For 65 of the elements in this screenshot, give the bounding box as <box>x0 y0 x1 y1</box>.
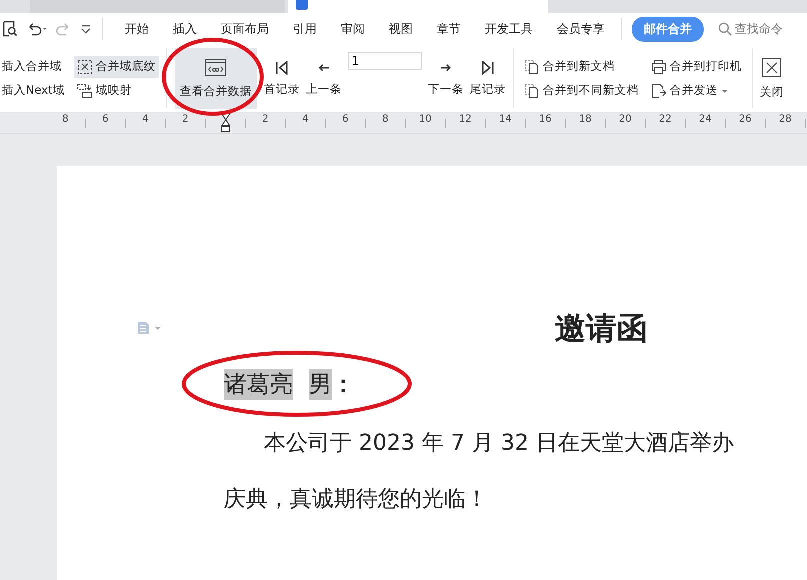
ruler-number: 22 <box>659 114 672 126</box>
menu-tab[interactable]: 引用 <box>281 18 329 40</box>
merge-send-button[interactable]: 合并发送 <box>648 80 745 102</box>
ruler-number: 8 <box>382 114 389 126</box>
field-mapping-button[interactable]: 域映射 <box>74 80 159 102</box>
body-text: 本公司于 2023 年 7 月 32 日在天堂大酒店举办 <box>264 430 734 458</box>
field-mapping-icon <box>76 82 93 98</box>
ruler-number: 16 <box>539 114 552 126</box>
ruler-number: 28 <box>779 114 792 126</box>
insert-next-field-button[interactable]: 插入Next域 <box>0 80 68 102</box>
printer-icon <box>650 58 667 74</box>
ruler-number: 6 <box>342 114 349 126</box>
merge-field: 男 <box>309 369 332 400</box>
data-field-icon <box>204 58 227 76</box>
ruler-number: 12 <box>459 114 472 126</box>
ruler-number: 2 <box>262 114 269 126</box>
ruler-number: 26 <box>739 114 752 126</box>
print-preview-icon[interactable] <box>2 21 18 37</box>
dropdown-icon[interactable] <box>80 23 92 35</box>
first-record-button[interactable]: 首记录 <box>260 45 303 112</box>
close-button[interactable]: 关闭 <box>756 45 787 112</box>
ruler-number: 4 <box>302 114 309 126</box>
documents-icon <box>524 82 540 98</box>
ruler-number: 6 <box>102 114 109 126</box>
document-title: 邀请函 <box>555 310 648 349</box>
ruler-number: 10 <box>419 114 432 126</box>
merge-to-printer-button[interactable]: 合并到打印机 <box>648 56 745 78</box>
ruler-number: 14 <box>499 114 512 126</box>
menu-tab[interactable]: 插入 <box>161 18 209 40</box>
indent-marker-icon[interactable] <box>220 113 230 133</box>
menu-tab[interactable]: 页面布局 <box>209 18 281 40</box>
insert-field-button[interactable]: 插入合并域 <box>0 56 68 78</box>
field-shading-button[interactable]: 合并域底纹 <box>74 56 159 78</box>
merge-to-new-document-button[interactable]: 合并到新文档 <box>520 56 642 78</box>
greeting-text: ： <box>332 371 355 400</box>
menu-tab[interactable]: 开发工具 <box>473 18 545 40</box>
body-text: 庆典，真诚期待您的光临！ <box>224 486 488 514</box>
merge-field: 诸葛亮 <box>224 369 293 400</box>
close-icon <box>762 58 782 78</box>
ruler-number: 8 <box>62 114 69 126</box>
merge-to-separate-documents-button[interactable]: 合并到不同新文档 <box>520 80 642 102</box>
menu-tab[interactable]: 章节 <box>425 18 473 40</box>
document-tab[interactable] <box>288 0 548 13</box>
menu-tab[interactable]: 视图 <box>377 18 425 40</box>
search-field[interactable]: 查找命令 <box>718 22 807 36</box>
previous-record-button[interactable]: 上一条 <box>302 45 345 112</box>
skip-back-icon <box>274 60 289 74</box>
document-icon <box>296 0 308 10</box>
next-record-button[interactable]: 下一条 <box>424 45 467 112</box>
search-icon <box>718 22 733 36</box>
document-send-icon <box>650 82 667 98</box>
menu-tab[interactable]: 开始 <box>113 18 161 40</box>
menu-tab[interactable]: 会员专享 <box>545 18 617 40</box>
view-merged-data-button[interactable]: 查看合并数据 <box>174 48 257 109</box>
ruler-number: 18 <box>579 114 592 126</box>
menu-tab[interactable]: 审阅 <box>329 18 377 40</box>
ruler-number: 20 <box>619 114 632 126</box>
documents-icon <box>524 58 540 74</box>
field-shading-icon <box>76 58 93 74</box>
skip-forward-icon <box>480 60 495 74</box>
ruler-number: 24 <box>699 114 712 126</box>
last-record-button[interactable]: 尾记录 <box>466 45 509 112</box>
ruler-number: 2 <box>182 114 189 126</box>
record-number-field[interactable]: 1 <box>348 52 422 70</box>
ruler-number: 4 <box>142 114 149 126</box>
